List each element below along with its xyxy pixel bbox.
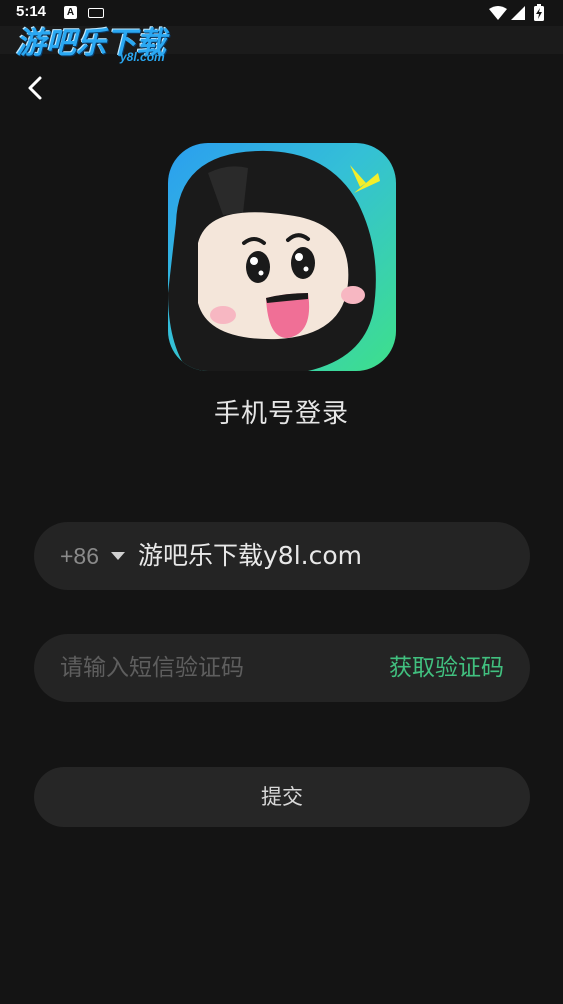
page-title: 手机号登录: [213, 399, 349, 429]
wifi-icon: [489, 6, 507, 20]
app-logo-icon: [168, 143, 396, 371]
get-code-button[interactable]: 获取验证码: [389, 634, 504, 702]
sms-code-input[interactable]: 请输入短信验证码: [60, 634, 244, 702]
caret-down-icon[interactable]: [111, 552, 125, 560]
submit-label: 提交: [261, 785, 303, 809]
sms-code-field[interactable]: 请输入短信验证码 获取验证码: [34, 634, 530, 702]
watermark-logo: 游吧乐下载 y8l.com: [16, 18, 191, 64]
login-screen: 5:14 A 游吧乐下载 y8l.com 手机号登录 +86 游吧乐下载y8l.…: [0, 0, 563, 1004]
signal-icon: [511, 6, 525, 20]
submit-button[interactable]: 提交: [34, 767, 530, 827]
keyboard-icon: [88, 8, 104, 18]
chevron-left-icon: [28, 76, 42, 100]
phone-field[interactable]: +86 游吧乐下载y8l.com: [34, 522, 530, 590]
country-code[interactable]: +86: [60, 522, 99, 590]
phone-input[interactable]: 游吧乐下载y8l.com: [138, 522, 362, 590]
watermark-subtitle: y8l.com: [120, 50, 165, 64]
battery-charging-icon: [534, 4, 544, 21]
back-button[interactable]: [20, 72, 52, 104]
status-icons: [489, 4, 549, 22]
